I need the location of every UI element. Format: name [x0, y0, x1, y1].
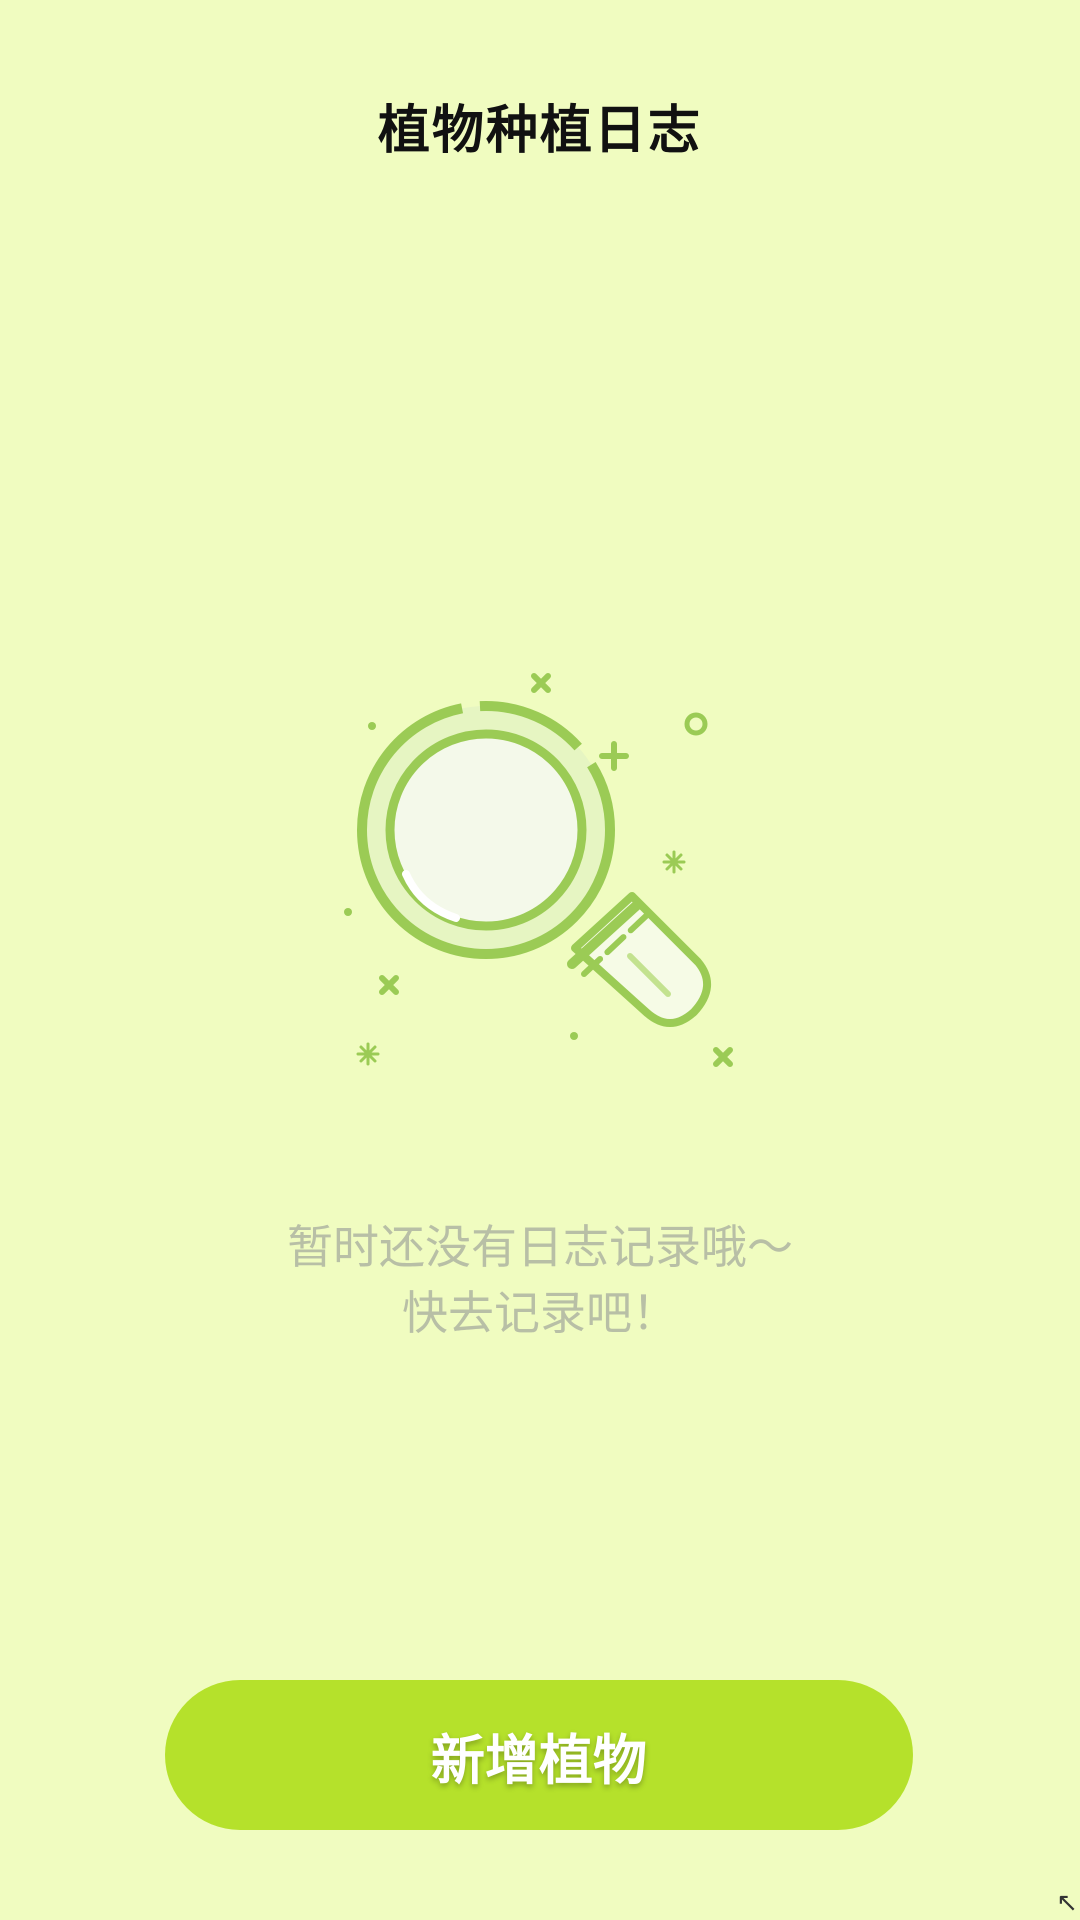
sparkle-circle-icon — [684, 712, 708, 736]
sparkle-star-icon — [356, 1042, 380, 1066]
resize-corner-icon: ↖ — [1056, 1888, 1078, 1918]
magnifier-icon — [344, 673, 733, 1067]
sparkle-star-icon — [662, 850, 686, 874]
page-title: 植物种植日志 — [377, 101, 702, 161]
sparkle-dot-icon — [344, 908, 352, 916]
sparkle-plus-icon — [599, 741, 629, 771]
empty-message-line1: 暂时还没有日志记录哦～ — [287, 1220, 793, 1274]
screen: 植物种植日志 暂时还没有日志记录哦～ 快去记录吧！ 新增植物 ↖ — [0, 0, 1080, 1920]
empty-message-line2: 快去记录吧！ — [402, 1286, 678, 1340]
magnifier-handle — [567, 892, 711, 1027]
sparkle-x-icon — [531, 673, 551, 693]
sparkle-x-icon — [379, 975, 399, 995]
sparkle-dot-icon — [570, 1032, 578, 1040]
add-plant-button[interactable]: 新增植物 — [165, 1680, 913, 1830]
sparkle-dot-icon — [368, 722, 376, 730]
sparkle-x-icon — [713, 1047, 733, 1067]
